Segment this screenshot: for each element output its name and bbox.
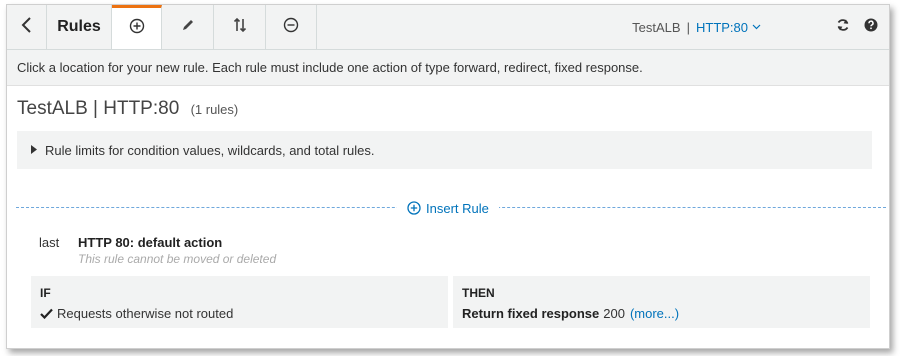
help-button[interactable]	[857, 5, 885, 49]
refresh-icon	[836, 18, 850, 37]
plus-circle-icon	[407, 201, 421, 215]
rules-heading: TestALB | HTTP:80 (1 rules)	[17, 98, 238, 120]
rule-name: HTTP 80: default action	[78, 235, 223, 250]
listener-selector[interactable]: TestALB | HTTP:80	[632, 5, 761, 49]
sort-arrows-icon	[233, 17, 247, 38]
pencil-icon	[181, 18, 195, 37]
listener-dropdown[interactable]: HTTP:80	[696, 20, 748, 35]
minus-circle-icon	[283, 17, 299, 38]
load-balancer-name: TestALB	[632, 19, 681, 35]
rule-limits-expander[interactable]: Rule limits for condition values, wildca…	[17, 131, 872, 169]
if-conditions-panel: IF Requests otherwise not routed	[31, 276, 448, 328]
back-button[interactable]	[7, 5, 47, 49]
status-code: 200	[603, 306, 625, 321]
more-link[interactable]: (more...)	[630, 306, 679, 321]
then-actions-panel: THEN Return fixed response 200 (more...)	[453, 276, 870, 328]
page-title: Rules	[47, 5, 112, 49]
chevron-down-icon	[752, 22, 761, 33]
tab-edit-rules[interactable]	[162, 5, 214, 49]
condition-text: Requests otherwise not routed	[57, 306, 234, 321]
checkmark-icon	[40, 308, 53, 319]
info-message: Click a location for your new rule. Each…	[17, 60, 643, 75]
tab-reorder-rules[interactable]	[214, 5, 266, 49]
toolbar: Rules TestALB | HTTP:80	[7, 5, 889, 50]
info-message-bar: Click a location for your new rule. Each…	[7, 50, 889, 86]
rule-note: This rule cannot be moved or deleted	[78, 252, 277, 266]
rule-position: last	[39, 235, 60, 250]
tab-delete-rules[interactable]	[266, 5, 317, 49]
action-item: Return fixed response 200 (more...)	[462, 306, 861, 321]
refresh-button[interactable]	[829, 5, 857, 49]
chevron-left-icon	[21, 16, 33, 38]
insert-rule-label: Insert Rule	[426, 200, 489, 216]
help-icon	[864, 18, 878, 37]
insert-rule-button[interactable]: Insert Rule	[397, 197, 499, 219]
plus-circle-icon	[129, 18, 145, 39]
tab-add-rule[interactable]	[112, 5, 162, 49]
rule-count: (1 rules)	[190, 102, 239, 117]
listener-title: TestALB | HTTP:80	[17, 98, 180, 119]
condition-item: Requests otherwise not routed	[40, 306, 439, 321]
if-header: IF	[40, 286, 51, 300]
then-header: THEN	[462, 286, 495, 300]
caret-right-icon	[31, 144, 37, 156]
rules-editor-window: Rules TestALB | HTTP:80 Click a location…	[6, 4, 890, 349]
action-type: Return fixed response	[462, 306, 600, 321]
separator: |	[686, 19, 690, 35]
rule-limits-label: Rule limits for condition values, wildca…	[45, 142, 375, 158]
